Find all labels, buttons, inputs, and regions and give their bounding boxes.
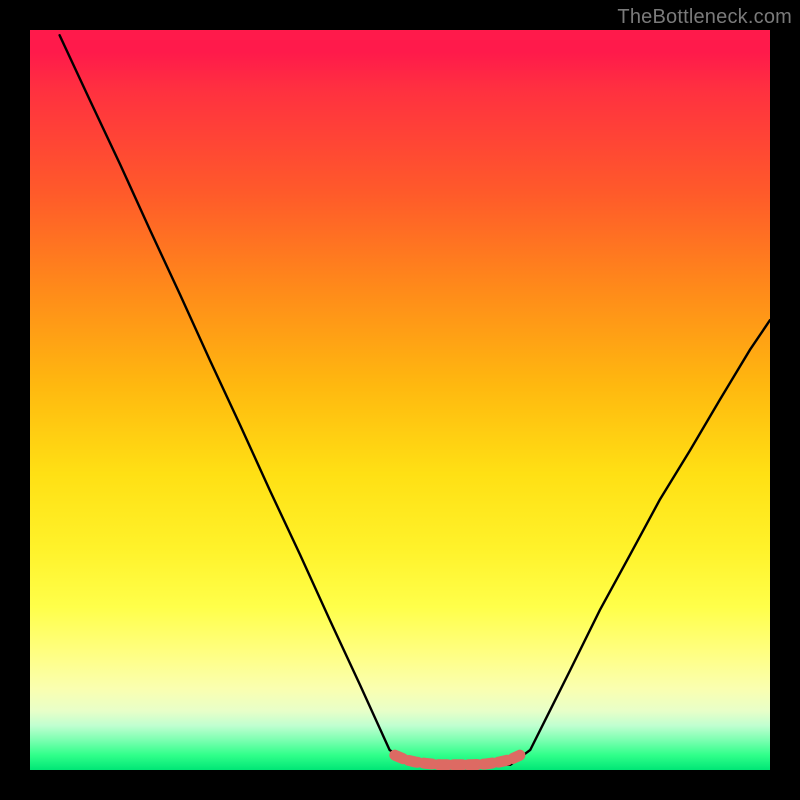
curve-layer (30, 30, 770, 770)
bottom-markers (395, 755, 520, 765)
chart-frame: TheBottleneck.com (0, 0, 800, 800)
bottleneck-curve (60, 35, 770, 765)
watermark-text: TheBottleneck.com (617, 6, 792, 29)
plot-area (30, 30, 770, 770)
marker-path (395, 755, 520, 765)
